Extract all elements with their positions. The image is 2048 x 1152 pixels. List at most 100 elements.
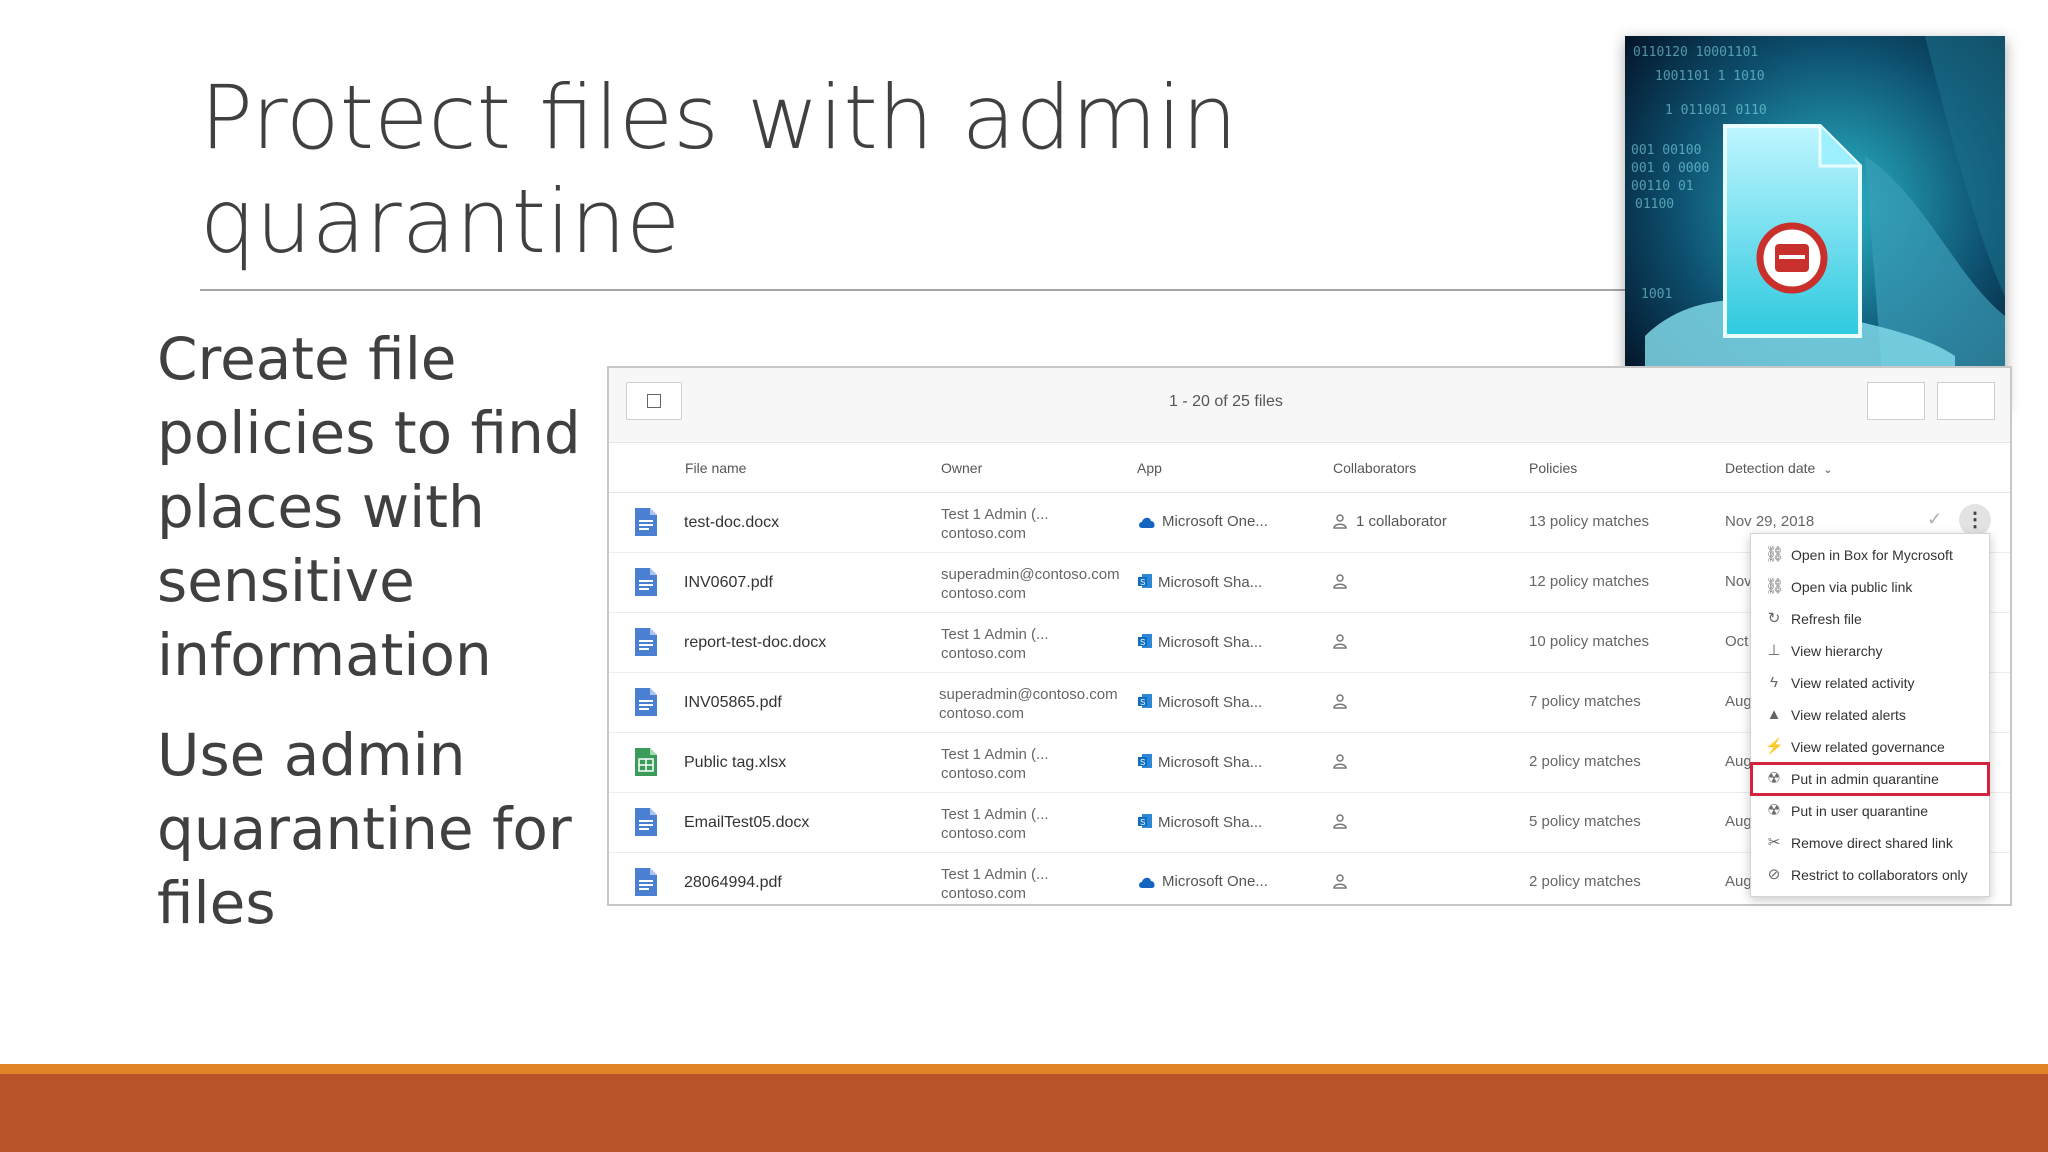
toolbar-button[interactable]	[1937, 382, 1995, 420]
menu-item-open-in-box[interactable]: ⛓ Open in Box for Mycrosoft	[1751, 539, 1989, 571]
menu-item-view-alerts[interactable]: ▲ View related alerts	[1751, 699, 1989, 731]
sharepoint-icon: S	[1138, 634, 1152, 648]
menu-item-view-hierarchy[interactable]: ⊥ View hierarchy	[1751, 635, 1989, 667]
policies-cell[interactable]: 13 policy matches	[1529, 513, 1649, 530]
menu-item-view-activity[interactable]: ϟ View related activity	[1751, 667, 1989, 699]
menu-item-user-quarantine[interactable]: ☢ Put in user quarantine	[1751, 795, 1989, 827]
menu-item-view-governance[interactable]: ⚡ View related governance	[1751, 731, 1989, 763]
collaborators-cell[interactable]: 1 collaborator	[1332, 513, 1447, 530]
bullet-list: Create file policies to find places with…	[157, 322, 597, 966]
menu-item-restrict-collaborators[interactable]: ⊘ Restrict to collaborators only	[1751, 859, 1989, 891]
owner-domain: contoso.com	[941, 645, 1027, 662]
svg-text:1001: 1001	[1641, 287, 1672, 302]
svg-text:S: S	[1140, 758, 1145, 767]
collaborator-icon	[1333, 574, 1347, 589]
column-header-detection-date[interactable]: Detection date ⌄	[1725, 460, 1832, 476]
hierarchy-icon: ⊥	[1767, 642, 1781, 659]
policies-cell[interactable]: 2 policy matches	[1529, 873, 1641, 890]
toolbar-button[interactable]	[1867, 382, 1925, 420]
policies-cell[interactable]: 10 policy matches	[1529, 633, 1649, 650]
collaborator-icon	[1333, 754, 1347, 769]
svg-text:01100: 01100	[1635, 197, 1674, 212]
file-name[interactable]: INV05865.pdf	[684, 694, 782, 712]
owner-cell: Test 1 Admin (... contoso.com	[941, 865, 1049, 903]
menu-item-label: View hierarchy	[1791, 643, 1883, 659]
collaborator-icon	[1333, 814, 1347, 829]
app-cell: S Microsoft Sha...	[1138, 573, 1262, 591]
owner-cell: Test 1 Admin (... contoso.com	[941, 505, 1049, 543]
detection-date: Nov	[1725, 573, 1752, 590]
file-list-toolbar: 1 - 20 of 25 files	[609, 368, 2010, 443]
file-list-screenshot: 1 - 20 of 25 files File name Owner App C…	[607, 366, 2012, 906]
menu-item-open-public-link[interactable]: ⛓ Open via public link	[1751, 571, 1989, 603]
collaborators-cell[interactable]	[1332, 633, 1356, 650]
more-options-icon[interactable]: ⋮	[1959, 504, 1991, 536]
footer-bar	[0, 1074, 2048, 1152]
detection-date: Nov 29, 2018	[1725, 513, 1815, 530]
sharepoint-icon: S	[1138, 814, 1152, 828]
select-all-checkbox[interactable]	[626, 382, 682, 420]
owner-domain: contoso.com	[941, 585, 1027, 602]
collaborators-cell[interactable]	[1332, 693, 1356, 710]
owner-domain: contoso.com	[941, 765, 1027, 782]
doc-file-icon	[635, 508, 657, 536]
column-header-policies[interactable]: Policies	[1529, 460, 1577, 476]
check-icon: ✓	[1927, 509, 1943, 529]
column-header-file-name[interactable]: File name	[685, 460, 746, 476]
menu-item-label: Remove direct shared link	[1791, 835, 1953, 851]
collaborator-count: 1 collaborator	[1356, 513, 1447, 530]
policies-cell[interactable]: 7 policy matches	[1529, 693, 1641, 710]
svg-text:S: S	[1140, 578, 1145, 587]
file-name[interactable]: report-test-doc.docx	[684, 634, 826, 652]
activity-icon: ϟ	[1770, 674, 1778, 691]
policies-cell[interactable]: 12 policy matches	[1529, 573, 1649, 590]
menu-item-remove-shared-link[interactable]: ✂ Remove direct shared link	[1751, 827, 1989, 859]
menu-item-refresh-file[interactable]: ↻ Refresh file	[1751, 603, 1989, 635]
secure-file-image: 0110120 10001101 1001101 1 1010 1 011001…	[1625, 36, 2005, 410]
doc-file-icon	[635, 568, 657, 596]
file-name[interactable]: 28064994.pdf	[684, 874, 782, 892]
detection-date: Aug	[1725, 693, 1752, 710]
owner-name: superadmin@contoso.com	[941, 566, 1120, 583]
svg-text:1001101 1 1010: 1001101 1 1010	[1655, 69, 1765, 84]
app-name: Microsoft Sha...	[1158, 574, 1263, 591]
app-cell: S Microsoft Sha...	[1138, 693, 1262, 711]
bullet-item: Create file policies to find places with…	[157, 325, 581, 689]
doc-file-icon	[635, 868, 657, 896]
collaborators-cell[interactable]	[1332, 753, 1356, 770]
owner-name: superadmin@contoso.com	[939, 686, 1118, 703]
file-name[interactable]: INV0607.pdf	[684, 574, 773, 592]
detection-date: Oct	[1725, 633, 1749, 650]
collaborators-cell[interactable]	[1332, 813, 1356, 830]
onedrive-icon	[1139, 877, 1155, 888]
menu-item-label: View related activity	[1791, 675, 1915, 691]
doc-file-icon	[635, 628, 657, 656]
restrict-icon: ⊘	[1767, 866, 1781, 883]
collaborators-cell[interactable]	[1332, 573, 1356, 590]
column-header-collaborators[interactable]: Collaborators	[1333, 460, 1416, 476]
policies-cell[interactable]: 2 policy matches	[1529, 753, 1641, 770]
svg-text:001 00100: 001 00100	[1631, 143, 1701, 158]
file-actions-menu: ⛓ Open in Box for Mycrosoft ⛓ Open via pub…	[1750, 533, 1990, 897]
owner-cell: superadmin@contoso.com contoso.com	[939, 685, 1118, 723]
collaborators-cell[interactable]	[1332, 873, 1356, 890]
column-header-app[interactable]: App	[1137, 460, 1162, 476]
file-name[interactable]: EmailTest05.docx	[684, 814, 809, 832]
menu-item-label: Put in admin quarantine	[1791, 771, 1939, 787]
svg-text:0110120 10001101: 0110120 10001101	[1633, 45, 1758, 60]
policies-cell[interactable]: 5 policy matches	[1529, 813, 1641, 830]
menu-item-admin-quarantine[interactable]: ☢ Put in admin quarantine	[1750, 762, 1990, 796]
file-name[interactable]: test-doc.docx	[684, 514, 779, 532]
title-divider	[200, 289, 1632, 291]
collaborator-icon	[1333, 694, 1347, 709]
svg-text:00110 01: 00110 01	[1631, 179, 1694, 194]
quarantine-icon: ☢	[1767, 770, 1781, 787]
file-name[interactable]: Public tag.xlsx	[684, 754, 786, 772]
app-name: Microsoft One...	[1162, 513, 1268, 530]
onedrive-icon	[1139, 517, 1155, 528]
app-name: Microsoft Sha...	[1158, 634, 1263, 651]
svg-text:S: S	[1140, 698, 1145, 707]
column-header-owner[interactable]: Owner	[941, 460, 982, 476]
sharepoint-icon: S	[1138, 754, 1152, 768]
app-cell: S Microsoft Sha...	[1138, 813, 1262, 831]
